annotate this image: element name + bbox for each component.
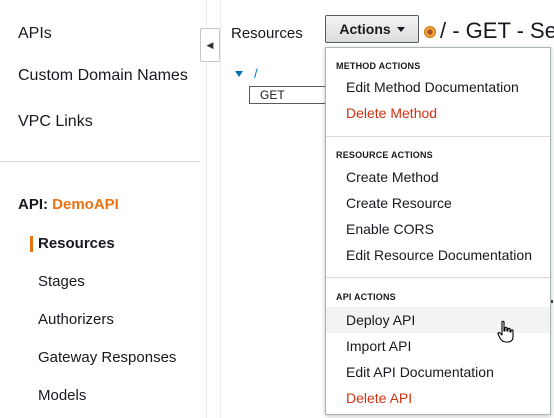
chevron-left-icon: ◀ <box>206 39 214 50</box>
method-status-icon <box>424 26 436 38</box>
collapse-nav-button[interactable]: ◀ <box>200 28 220 62</box>
actions-menu: METHOD ACTIONS Edit Method Documentation… <box>325 47 551 415</box>
menu-item-deploy-api[interactable]: Deploy API <box>326 307 550 333</box>
nav-item-vpc-links[interactable]: VPC Links <box>18 113 93 131</box>
api-prefix: API: <box>18 196 48 213</box>
active-indicator <box>30 236 33 252</box>
nav-item-authorizers[interactable]: Authorizers <box>38 311 114 328</box>
menu-item-create-method[interactable]: Create Method <box>326 164 550 190</box>
api-heading: API: DemoAPI <box>18 196 119 213</box>
nav-border <box>206 0 207 418</box>
nav-item-stages[interactable]: Stages <box>38 273 85 290</box>
menu-section-method-actions: METHOD ACTIONS <box>336 61 421 71</box>
menu-item-delete-api[interactable]: Delete API <box>326 385 550 411</box>
nav-item-gateway-responses[interactable]: Gateway Responses <box>38 349 176 366</box>
menu-item-import-api[interactable]: Import API <box>326 333 550 359</box>
menu-item-edit-method-documentation[interactable]: Edit Method Documentation <box>326 74 550 100</box>
caret-down-icon <box>396 26 405 32</box>
nav-item-apis[interactable]: APIs <box>18 25 52 43</box>
resource-tree-root[interactable]: / <box>254 66 258 81</box>
menu-section-resource-actions: RESOURCE ACTIONS <box>336 150 433 160</box>
nav-item-resources[interactable]: Resources <box>38 235 115 252</box>
expand-caret-icon[interactable] <box>235 71 243 77</box>
nav-item-custom-domain-names[interactable]: Custom Domain Names <box>18 67 188 85</box>
menu-separator <box>326 136 550 137</box>
menu-item-edit-api-documentation[interactable]: Edit API Documentation <box>326 359 550 385</box>
nav-item-models[interactable]: Models <box>38 387 86 404</box>
menu-item-delete-method[interactable]: Delete Method <box>326 100 550 126</box>
menu-section-api-actions: API ACTIONS <box>336 292 396 302</box>
resources-panel-title: Resources <box>231 25 303 42</box>
actions-label: Actions <box>339 21 391 37</box>
menu-separator <box>326 277 550 278</box>
left-navigation: APIs Custom Domain Names VPC Links API: … <box>0 0 206 418</box>
menu-item-create-resource[interactable]: Create Resource <box>326 190 550 216</box>
menu-item-edit-resource-documentation[interactable]: Edit Resource Documentation <box>326 242 550 268</box>
method-title: / - GET - Se <box>440 18 554 43</box>
nav-divider <box>0 161 200 162</box>
hand-pointer-icon <box>497 320 514 343</box>
api-name[interactable]: DemoAPI <box>52 196 119 213</box>
actions-dropdown-button[interactable]: Actions <box>325 15 419 43</box>
resource-method-get[interactable]: GET <box>249 86 329 104</box>
panel-border <box>220 0 221 418</box>
menu-item-enable-cors[interactable]: Enable CORS <box>326 216 550 242</box>
